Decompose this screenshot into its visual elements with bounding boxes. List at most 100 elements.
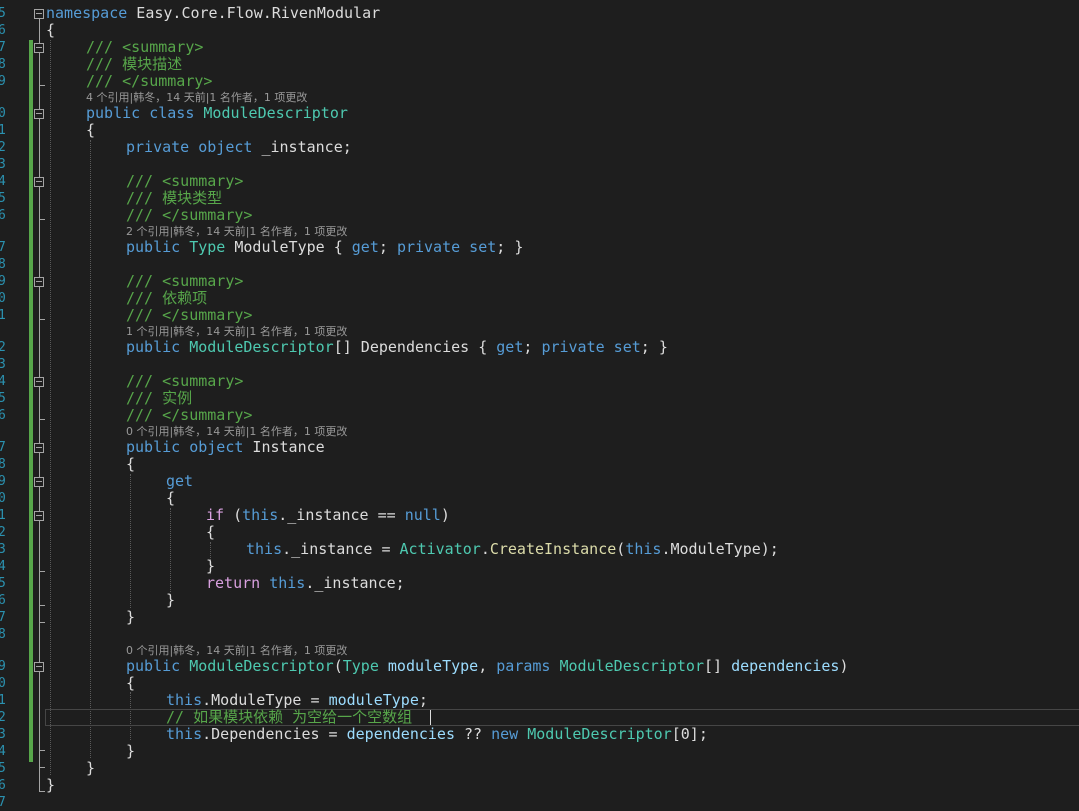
code-line[interactable]: get [166, 473, 193, 490]
keyword: this [166, 725, 203, 743]
line-number: 7 [0, 795, 6, 810]
collapse-property-toggle[interactable] [34, 443, 44, 453]
code-line[interactable]: namespace Easy.Core.Flow.RivenModular [46, 5, 380, 22]
code-line[interactable]: public class ModuleDescriptor [86, 105, 348, 122]
doc-comment[interactable]: /// <summary> [126, 273, 243, 290]
code-line[interactable]: } [86, 760, 95, 777]
punctuation: ( [224, 506, 243, 524]
collapse-class-toggle[interactable] [34, 109, 44, 119]
collapse-summary-toggle[interactable] [34, 177, 44, 187]
doc-comment[interactable]: /// 模块类型 [126, 190, 222, 207]
punctuation [379, 657, 388, 675]
collapse-namespace-toggle[interactable] [34, 9, 44, 19]
collapse-summary-toggle[interactable] [34, 277, 44, 287]
type-name: ModuleDescriptor [527, 725, 672, 743]
line-number: 3 [0, 157, 6, 172]
code-line[interactable]: this.ModuleType = moduleType; [166, 692, 428, 709]
line-number: 4 [0, 744, 6, 759]
punctuation: ) [440, 506, 450, 524]
line-number: 1 [0, 308, 6, 323]
outline-end [39, 622, 45, 623]
expression: .ModuleType = [202, 691, 329, 709]
punctuation: [] [704, 657, 732, 675]
code-line[interactable]: this.Dependencies = dependencies ?? new … [166, 726, 708, 743]
code-line[interactable]: { [86, 122, 95, 139]
doc-comment[interactable]: /// </summary> [126, 207, 252, 224]
namespace-name: Easy.Core.Flow.RivenModular [127, 4, 381, 22]
line-number: 0 [0, 291, 6, 306]
doc-comment[interactable]: /// 模块描述 [86, 56, 182, 73]
line-number: 0 [0, 491, 6, 506]
code-line[interactable]: return this._instance; [206, 575, 405, 592]
collapse-summary-toggle[interactable] [34, 377, 44, 387]
keyword: public object [126, 438, 244, 456]
line-number: 7 [0, 440, 6, 455]
doc-comment[interactable]: /// </summary> [86, 73, 212, 90]
property-name: Instance [243, 438, 325, 456]
code-line[interactable]: } [126, 609, 135, 626]
line-number: 4 [0, 559, 6, 574]
line-number: 1 [0, 693, 6, 708]
line-number: 5 [0, 191, 6, 206]
code-line[interactable]: } [126, 743, 135, 760]
codelens-info[interactable]: 0 个引用|韩冬，14 天前|1 名作者，1 项更改 [126, 644, 347, 657]
parameter-name: moduleType [328, 691, 419, 709]
outline-line [39, 14, 40, 792]
outline-end [39, 605, 45, 606]
collapse-summary-toggle[interactable] [34, 43, 44, 53]
indent-guide [50, 40, 51, 775]
inline-comment[interactable]: // 如果模块依赖 为空给一个空数组 [166, 709, 412, 726]
punctuation: ( [333, 657, 343, 675]
doc-comment[interactable]: /// <summary> [126, 373, 243, 390]
doc-comment[interactable]: /// 实例 [126, 390, 192, 407]
keyword: null [404, 506, 441, 524]
punctuation: ; [378, 238, 397, 256]
line-number: 5 [0, 6, 6, 21]
doc-comment[interactable]: /// <summary> [126, 173, 243, 190]
code-line[interactable]: } [46, 777, 55, 794]
collapse-constructor-toggle[interactable] [34, 662, 44, 672]
code-line[interactable]: { [206, 524, 215, 541]
code-line[interactable]: public Type ModuleType { get; private se… [126, 239, 523, 256]
code-line[interactable]: { [126, 675, 135, 692]
doc-comment[interactable]: /// </summary> [126, 307, 252, 324]
doc-comment[interactable]: /// 依赖项 [126, 290, 207, 307]
collapse-getter-toggle[interactable] [34, 477, 44, 487]
code-line[interactable]: private object _instance; [126, 139, 352, 156]
code-line[interactable]: this._instance = Activator.CreateInstanc… [246, 541, 779, 558]
code-line[interactable]: if (this._instance == null) [206, 507, 450, 524]
type-name: Activator [399, 540, 481, 558]
parameter-name: dependencies [346, 725, 455, 743]
code-line[interactable]: public object Instance [126, 439, 325, 456]
keyword: private set [396, 238, 497, 256]
code-editor[interactable]: 5 6 7 8 9 0 1 2 3 4 5 6 7 8 9 0 1 2 3 4 … [0, 0, 1079, 811]
type-name: ModuleDescriptor [559, 657, 705, 675]
outline-end [39, 791, 45, 792]
code-line[interactable]: public ModuleDescriptor[] Dependencies {… [126, 339, 668, 356]
line-number: 6 [0, 593, 6, 608]
code-line[interactable]: } [166, 592, 175, 609]
punctuation: ; } [640, 338, 668, 356]
type-name: ModuleDescriptor [203, 104, 348, 122]
code-line[interactable]: } [206, 558, 215, 575]
punctuation: , [478, 657, 497, 675]
codelens-info[interactable]: 2 个引用|韩冬，14 天前|1 名作者，1 项更改 [126, 225, 347, 238]
codelens-info[interactable]: 0 个引用|韩冬，14 天前|1 名作者，1 项更改 [126, 425, 347, 438]
line-number: 5 [0, 391, 6, 406]
punctuation: ; [523, 338, 542, 356]
line-number: 4 [0, 374, 6, 389]
doc-comment[interactable]: /// </summary> [126, 407, 252, 424]
method-name: CreateInstance [489, 540, 617, 558]
codelens-info[interactable]: 4 个引用|韩冬，14 天前|1 名作者，1 项更改 [86, 91, 307, 104]
line-number: 8 [0, 257, 6, 272]
collapse-if-toggle[interactable] [34, 511, 44, 521]
code-line[interactable]: { [46, 22, 55, 39]
code-line[interactable]: { [126, 456, 135, 473]
keyword: this [242, 506, 279, 524]
codelens-info[interactable]: 1 个引用|韩冬，14 天前|1 名作者，1 项更改 [126, 325, 347, 338]
code-line[interactable]: { [166, 490, 175, 507]
expression: ._instance == [278, 506, 405, 524]
doc-comment[interactable]: /// <summary> [86, 39, 203, 56]
code-line[interactable]: public ModuleDescriptor(Type moduleType,… [126, 658, 849, 675]
line-number: 2 [0, 340, 6, 355]
